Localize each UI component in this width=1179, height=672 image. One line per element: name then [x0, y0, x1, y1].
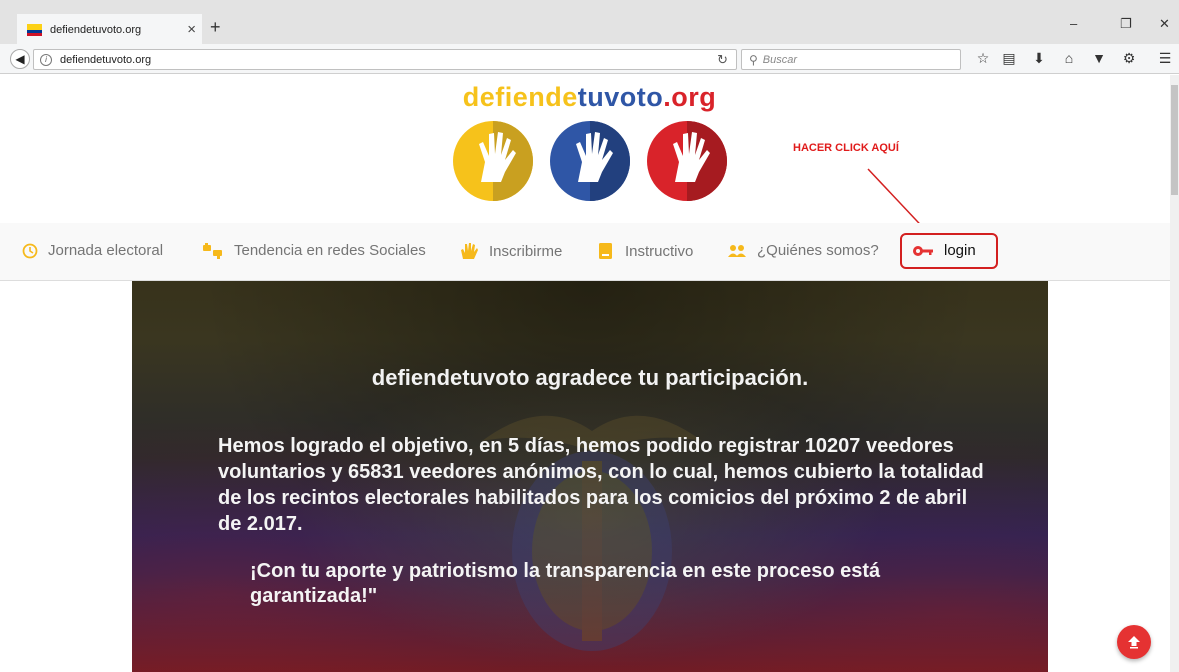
logo-part-org: .org: [663, 82, 717, 112]
menu-item-quienes-somos[interactable]: ¿Quiénes somos?: [727, 242, 879, 259]
click-here-annotation: HACER CLICK AQUÍ: [793, 142, 899, 154]
colombia-flag-icon: [27, 24, 42, 36]
search-placeholder: Buscar: [762, 53, 798, 66]
page-scrollbar[interactable]: [1170, 75, 1179, 672]
menu-label: Inscribirme: [489, 242, 563, 260]
logo-hands-icon: [453, 121, 727, 201]
address-bar[interactable]: i defiendetuvoto.org ↻: [33, 49, 737, 70]
menu-item-instructivo[interactable]: Instructivo: [597, 242, 693, 260]
menu-item-jornada-electoral[interactable]: Jornada electoral: [22, 242, 163, 259]
minimize-button[interactable]: –: [1070, 16, 1077, 31]
download-icon[interactable]: ⬇: [1030, 50, 1048, 67]
search-input[interactable]: ⚲ Buscar: [741, 49, 961, 70]
reading-list-icon[interactable]: ▤: [1000, 50, 1018, 67]
new-tab-button[interactable]: +: [210, 18, 221, 36]
logo-part-defiende: defiende: [462, 82, 578, 112]
reload-icon[interactable]: ↻: [717, 52, 728, 68]
site-logo-text[interactable]: defiendetuvoto.org: [0, 82, 1170, 113]
back-arrow-icon[interactable]: ◀: [10, 49, 30, 69]
hero-title: defiendetuvoto agradece tu participación…: [371, 365, 809, 390]
browser-tab[interactable]: defiendetuvoto.org ×: [17, 14, 202, 44]
restore-button[interactable]: ❐: [1120, 16, 1132, 32]
menu-icon[interactable]: ☰: [1156, 50, 1174, 67]
menu-label: login: [944, 242, 976, 259]
browser-titlebar: defiendetuvoto.org × + – ❐ ✕: [0, 0, 1179, 44]
people-icon: [728, 244, 746, 257]
extension-icon[interactable]: ⚙: [1120, 50, 1138, 67]
url-text: defiendetuvoto.org: [60, 53, 152, 66]
menu-label: Tendencia en redes Sociales: [234, 242, 426, 259]
menu-label: ¿Quiénes somos?: [757, 242, 879, 259]
browser-navbar: ◀ i defiendetuvoto.org ↻ ⚲ Buscar ☆ ▤ ⬇ …: [0, 44, 1179, 74]
document-icon: [599, 243, 612, 259]
menu-item-inscribirme[interactable]: Inscribirme: [459, 242, 562, 260]
hand-icon: [461, 243, 478, 259]
menu-item-tendencia-redes[interactable]: Tendencia en redes Sociales: [202, 242, 426, 259]
tab-close-icon[interactable]: ×: [187, 22, 196, 37]
hero-body-text: Hemos logrado el objetivo, en 5 días, he…: [218, 435, 984, 535]
upload-arrow-icon: [1128, 636, 1140, 649]
pocket-icon[interactable]: ▼: [1090, 50, 1108, 66]
logo-part-tuvoto: tuvoto: [577, 82, 664, 112]
info-icon[interactable]: i: [40, 53, 52, 66]
thumbs-icon: [203, 242, 222, 259]
menu-label: Instructivo: [625, 242, 694, 260]
clock-icon: [22, 243, 38, 258]
scrollbar-thumb[interactable]: [1171, 85, 1178, 195]
web-page: defiendetuvoto.org HACER CLICK AQUÍ Jorn…: [0, 75, 1170, 672]
hero-closing-text: ¡Con tu aporte y patriotismo la transpar…: [250, 560, 881, 607]
key-icon: [913, 245, 933, 256]
home-icon[interactable]: ⌂: [1060, 50, 1078, 66]
star-icon[interactable]: ☆: [974, 50, 992, 67]
hero-banner: defiendetuvoto agradece tu participación…: [132, 281, 1048, 672]
site-nav-menu: Jornada electoral Tendencia en redes Soc…: [0, 223, 1170, 281]
tab-title: defiendetuvoto.org: [50, 24, 142, 36]
window-close-button[interactable]: ✕: [1159, 16, 1170, 32]
scroll-to-top-button[interactable]: [1117, 625, 1151, 659]
menu-item-login[interactable]: login: [912, 242, 976, 259]
menu-label: Jornada electoral: [48, 242, 164, 259]
search-icon: ⚲: [749, 52, 758, 67]
